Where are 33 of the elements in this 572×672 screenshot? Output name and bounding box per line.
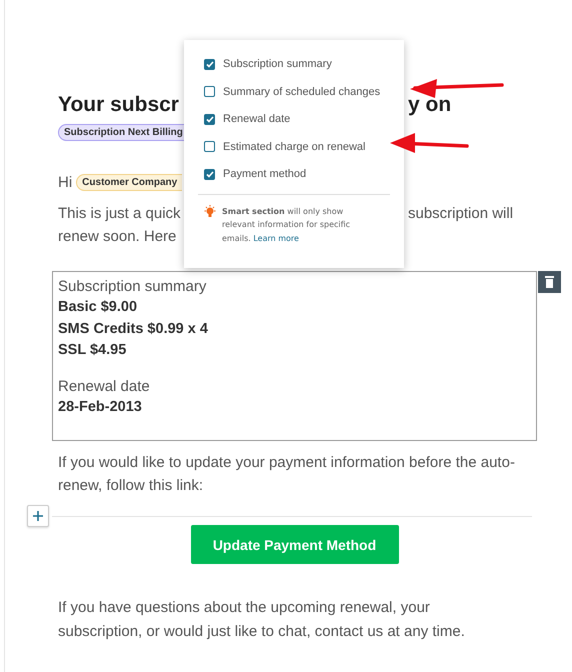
checkbox[interactable] [204,86,215,97]
intro-text: This is just a quick [58,204,182,224]
option-item[interactable]: Summary of scheduled changes [204,84,380,100]
email-heading: Your subscr [58,94,180,116]
delete-button[interactable] [538,271,561,293]
merge-tag[interactable]: Customer Company [76,174,182,191]
section-value: 28-Feb-2013 [58,398,143,416]
intro-text: renew soon. Here [58,227,178,247]
checkbox[interactable] [204,141,215,152]
section-label: Renewal date [58,376,151,396]
section-value: Basic $9.00 [58,298,138,317]
section-value: SSL $4.95 [58,341,128,360]
intro-text: subscription will [408,204,514,224]
greeting-text: Hi [58,173,72,193]
option-item[interactable]: Renewal date [204,111,290,127]
smart-section-note: Smart section will only show relevant information for specific emails. Learn more [222,206,352,244]
add-block-button[interactable] [27,505,49,527]
plus-icon [33,511,43,521]
option-item[interactable]: Payment method [204,166,306,182]
checkbox[interactable] [204,58,215,70]
smart-section[interactable]: Subscription summary Basic $9.00 SMS Credits $0.99 x 4 SSL $4.95 Renewal date 28-Feb-2013 [52,271,537,441]
section-label: Subscription summary [58,277,208,297]
closing-text: If you have questions about the upcoming renewal, your subscription, or would just like to chat, contact us at any time. [57,598,466,642]
email-heading: y on [408,94,452,116]
option-item[interactable]: Subscription summary [204,56,332,72]
trash-icon [545,276,554,288]
checkbox[interactable] [204,168,215,180]
lightbulb-icon [204,204,216,218]
option-item[interactable]: Estimated charge on renewal [204,138,366,154]
payment-info-text: If you would like to update your payment information before the auto-renew, follow this link: [57,453,516,496]
section-value: SMS Credits $0.99 x 4 [58,320,209,338]
checkbox[interactable] [204,114,215,124]
learn-more-link[interactable]: Learn more [253,234,299,242]
